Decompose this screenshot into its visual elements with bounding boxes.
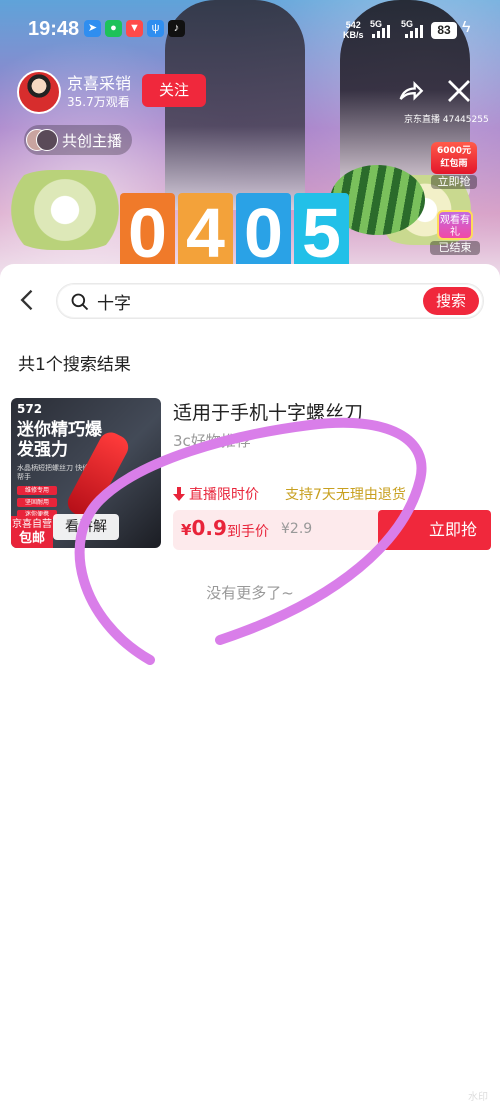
status-time: 19:48 <box>28 18 80 40</box>
status-bar: 19:48 ➤ ● ▼ ψ ♪ 542 KB/s 5G 5G 83 ϟ <box>0 0 500 60</box>
anchor-info[interactable]: 京喜采销 35.7万观看 <box>17 70 131 114</box>
product-title[interactable]: 适用于手机十字螺丝刀 <box>173 398 483 425</box>
cohost-button[interactable]: 共创主播 <box>24 125 133 155</box>
search-icon <box>71 293 89 311</box>
search-input[interactable] <box>97 284 417 318</box>
date-board: 0 4 0 5 <box>120 193 349 273</box>
date-digit: 0 <box>236 193 291 273</box>
usb-icon: ψ <box>147 20 164 37</box>
red-packet-icon: 6000元 红包雨 <box>431 142 477 174</box>
product-card[interactable]: 572 迷你精巧爆发强力 水晶柄短把螺丝刀 快修好帮手 维修专用 坚固耐用 迷你… <box>11 398 491 550</box>
anchor-text: 京喜采销 35.7万观看 <box>67 74 131 110</box>
no-more-text: 没有更多了~ <box>206 584 294 602</box>
follow-button[interactable]: 关注 <box>142 74 206 107</box>
anchor-views: 35.7万观看 <box>67 95 130 109</box>
search-bar[interactable]: 搜索 <box>56 283 484 319</box>
battery-icon: 83 <box>431 22 457 39</box>
tiktok-icon: ♪ <box>168 20 185 37</box>
gift-status: 已结束 <box>430 241 480 255</box>
watch-gift[interactable]: 观看有礼 已结束 <box>430 210 480 256</box>
price: ¥0.9 <box>181 516 227 540</box>
result-count: 共1个搜索结果 <box>18 355 131 375</box>
wechat-icon: ● <box>105 20 122 37</box>
signal-icon <box>405 24 423 38</box>
original-price: ¥2.9 <box>281 521 313 537</box>
red-packet-grab[interactable]: 立即抢 <box>431 175 477 189</box>
avatar[interactable] <box>17 70 61 114</box>
anchor-name: 京喜采销 <box>67 74 132 93</box>
charging-icon: ϟ <box>462 19 471 36</box>
product-thumbnail[interactable]: 572 迷你精巧爆发强力 水晶柄短把螺丝刀 快修好帮手 维修专用 坚固耐用 迷你… <box>11 398 161 548</box>
price-bar: ¥0.9 到手价 ¥2.9 立即抢 <box>173 510 491 550</box>
buy-now-button[interactable]: 立即抢 <box>378 510 491 550</box>
cohost-avatars <box>26 129 58 151</box>
back-icon[interactable] <box>14 286 42 314</box>
thumb-tag: 坚固耐用 <box>17 498 57 507</box>
self-operated-badge: 京喜自营 包邮 <box>11 516 53 548</box>
share-icon[interactable] <box>396 78 424 106</box>
location-app-icon: ➤ <box>84 20 101 37</box>
thumb-number: 572 <box>17 402 43 416</box>
explain-button[interactable]: 看讲解 <box>53 514 119 540</box>
date-digit: 0 <box>120 193 175 273</box>
signal-icon <box>372 24 390 38</box>
thumb-tag: 维修专用 <box>17 486 57 495</box>
date-digit: 4 <box>178 193 233 273</box>
date-digit: 5 <box>294 193 349 273</box>
flower-decoration <box>0 170 130 250</box>
app-notification-icon: ▼ <box>126 20 143 37</box>
network-speed: 542 KB/s <box>343 20 364 40</box>
price-label: 到手价 <box>227 524 269 540</box>
product-subtitle: 3c好物推荐 <box>173 432 251 450</box>
search-button[interactable]: 搜索 <box>423 287 479 315</box>
return-policy: 支持7天无理由退货 <box>285 487 406 503</box>
cohost-label: 共创主播 <box>62 131 123 150</box>
screen: 0 4 0 5 19:48 ➤ ● ▼ ψ ♪ 542 KB/s 5G 5G 8… <box>0 0 500 1111</box>
red-packet-rain[interactable]: 6000元 红包雨 立即抢 <box>431 142 477 190</box>
notification-icons: ➤ ● ▼ ψ ♪ <box>84 20 185 37</box>
gift-icon: 观看有礼 <box>437 210 473 240</box>
watermark: 水印 <box>468 1092 488 1103</box>
live-price-tag: 直播限时价 <box>173 484 259 504</box>
close-icon[interactable] <box>444 76 474 106</box>
arrow-down-icon <box>173 487 185 501</box>
search-sheet: 搜索 共1个搜索结果 572 迷你精巧爆发强力 水晶柄短把螺丝刀 快修好帮手 维… <box>0 264 500 1111</box>
room-id: 京东直播 47445255 <box>404 115 489 125</box>
